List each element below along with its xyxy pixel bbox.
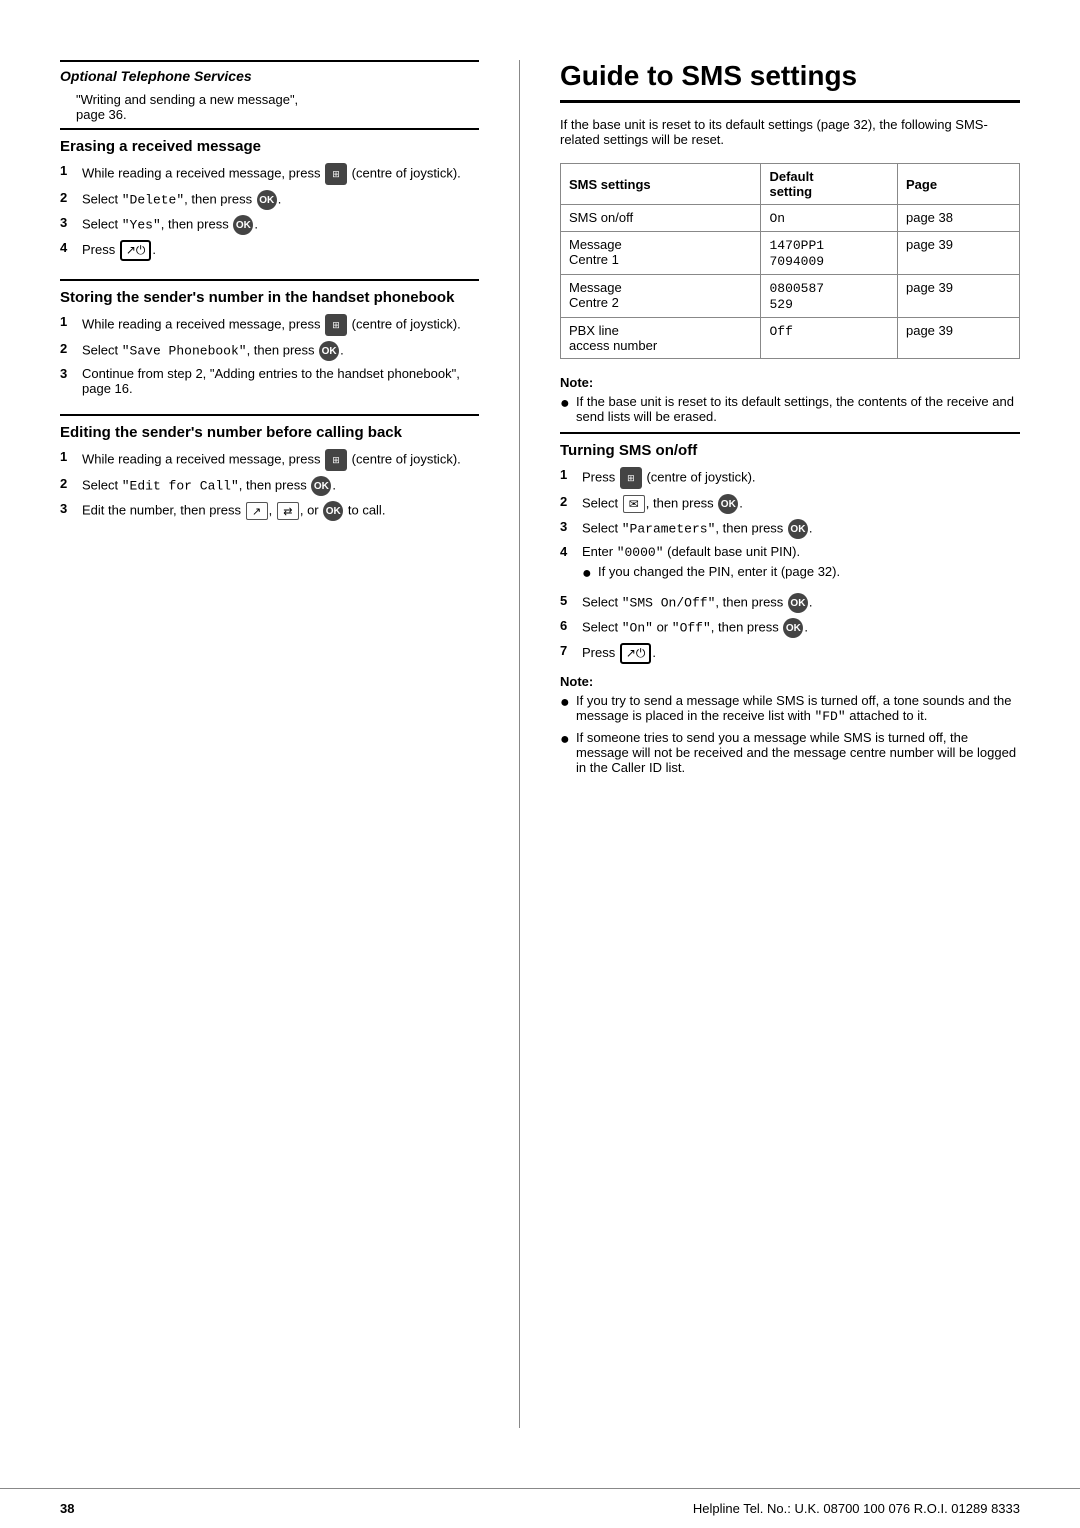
storing-steps: 1 While reading a received message, pres…	[60, 314, 479, 396]
sms-settings-table: SMS settings Defaultsetting Page SMS on/…	[560, 163, 1020, 359]
ok-button-icon-3: OK	[319, 341, 339, 361]
ok-button-icon-7: OK	[788, 519, 808, 539]
note2-bullet-2: ● If someone tries to send you a message…	[560, 730, 1020, 775]
page-pbx-line: page 39	[897, 318, 1019, 359]
setting-msg-centre-1: MessageCentre 1	[561, 232, 761, 275]
ok-button-icon-8: OK	[788, 593, 808, 613]
storing-step-3: 3 Continue from step 2, "Adding entries …	[60, 366, 479, 396]
page-sms-onoff: page 38	[897, 205, 1019, 232]
ok-button-icon-5: OK	[323, 501, 343, 521]
turning-step-3: 3 Select "Parameters", then press OK.	[560, 519, 1020, 539]
turning-step-7: 7 Press ↗⏻.	[560, 643, 1020, 664]
intro-line-1: "Writing and sending a new message",page…	[76, 92, 479, 122]
turning-step-4: 4 Enter "0000" (default base unit PIN). …	[560, 544, 1020, 588]
editing-steps: 1 While reading a received message, pres…	[60, 449, 479, 521]
right-column: Guide to SMS settings If the base unit i…	[520, 60, 1020, 1428]
note2-bullet-1: ● If you try to send a message while SMS…	[560, 693, 1020, 724]
table-header-page: Page	[897, 164, 1019, 205]
bullet-icon-2: ●	[582, 564, 598, 583]
setting-pbx-line: PBX lineaccess number	[561, 318, 761, 359]
bullet-icon-3: ●	[560, 693, 576, 712]
joystick-icon-2: ⊞	[325, 314, 347, 336]
erasing-step-4: 4 Press ↗⏻.	[60, 240, 479, 261]
default-sms-onoff: On	[761, 205, 898, 232]
call-arrow-icon: ↗	[246, 502, 268, 520]
turning-sms-title: Turning SMS on/off	[560, 432, 1020, 459]
turning-step-6: 6 Select "On" or "Off", then press OK.	[560, 618, 1020, 638]
erasing-step-2: 2 Select "Delete", then press OK.	[60, 190, 479, 210]
joystick-icon-3: ⊞	[325, 449, 347, 471]
note2-label: Note:	[560, 674, 1020, 689]
note1-label: Note:	[560, 375, 1020, 390]
ok-button-icon-2: OK	[233, 215, 253, 235]
footer-helpline: Helpline Tel. No.: U.K. 08700 100 076 R.…	[693, 1501, 1020, 1516]
turning-step-5: 5 Select "SMS On/Off", then press OK.	[560, 593, 1020, 613]
table-row-pbx-line: PBX lineaccess number Off page 39	[561, 318, 1020, 359]
footer-page-number: 38	[60, 1501, 74, 1516]
turning-step-1: 1 Press ⊞ (centre of joystick).	[560, 467, 1020, 489]
ok-button-icon-6: OK	[718, 494, 738, 514]
ok-button-icon: OK	[257, 190, 277, 210]
left-column: Optional Telephone Services "Writing and…	[60, 60, 520, 1428]
default-msg-centre-1: 1470PP17094009	[761, 232, 898, 275]
ok-button-icon-4: OK	[311, 476, 331, 496]
table-row-sms-onoff: SMS on/off On page 38	[561, 205, 1020, 232]
turning-step-4-sub: ● If you changed the PIN, enter it (page…	[582, 564, 1020, 583]
table-row-msg-centre-1: MessageCentre 1 1470PP17094009 page 39	[561, 232, 1020, 275]
page: Optional Telephone Services "Writing and…	[0, 0, 1080, 1528]
storing-section-title: Storing the sender's number in the hands…	[60, 279, 479, 306]
sms-envelope-icon	[623, 495, 645, 513]
page-content: Optional Telephone Services "Writing and…	[0, 0, 1080, 1488]
page-msg-centre-1: page 39	[897, 232, 1019, 275]
power-symbol-icon: ↗⏻	[120, 240, 152, 261]
joystick-icon-4: ⊞	[620, 467, 642, 489]
erasing-step-3: 3 Select "Yes", then press OK.	[60, 215, 479, 235]
setting-msg-centre-2: MessageCentre 2	[561, 275, 761, 318]
footer: 38 Helpline Tel. No.: U.K. 08700 100 076…	[0, 1488, 1080, 1528]
editing-step-1: 1 While reading a received message, pres…	[60, 449, 479, 471]
turning-step-2: 2 Select , then press OK.	[560, 494, 1020, 514]
page-title: Guide to SMS settings	[560, 60, 1020, 103]
table-header-default: Defaultsetting	[761, 164, 898, 205]
ok-button-icon-9: OK	[783, 618, 803, 638]
storing-step-2: 2 Select "Save Phonebook", then press OK…	[60, 341, 479, 361]
optional-telephone-services-header: Optional Telephone Services	[60, 60, 479, 84]
default-pbx-line: Off	[761, 318, 898, 359]
table-header-sms-settings: SMS settings	[561, 164, 761, 205]
note1-bullet-1: ● If the base unit is reset to its defau…	[560, 394, 1020, 424]
right-intro-text: If the base unit is reset to its default…	[560, 117, 1020, 147]
default-msg-centre-2: 0800587529	[761, 275, 898, 318]
bullet-icon-1: ●	[560, 394, 576, 413]
power-symbol-icon-2: ↗⏻	[620, 643, 652, 664]
editing-section-title: Editing the sender's number before calli…	[60, 414, 479, 441]
joystick-icon: ⊞	[325, 163, 347, 185]
storing-step-1: 1 While reading a received message, pres…	[60, 314, 479, 336]
erasing-step-1: 1 While reading a received message, pres…	[60, 163, 479, 185]
editing-step-2: 2 Select "Edit for Call", then press OK.	[60, 476, 479, 496]
turning-sms-steps: 1 Press ⊞ (centre of joystick). 2 Select…	[560, 467, 1020, 664]
setting-sms-onoff: SMS on/off	[561, 205, 761, 232]
editing-step-3: 3 Edit the number, then press ↗, ⇄, or O…	[60, 501, 479, 521]
table-row-msg-centre-2: MessageCentre 2 0800587529 page 39	[561, 275, 1020, 318]
erasing-section-title: Erasing a received message	[60, 128, 479, 155]
bullet-icon-4: ●	[560, 730, 576, 749]
transfer-icon: ⇄	[277, 502, 299, 520]
page-msg-centre-2: page 39	[897, 275, 1019, 318]
erasing-steps: 1 While reading a received message, pres…	[60, 163, 479, 261]
